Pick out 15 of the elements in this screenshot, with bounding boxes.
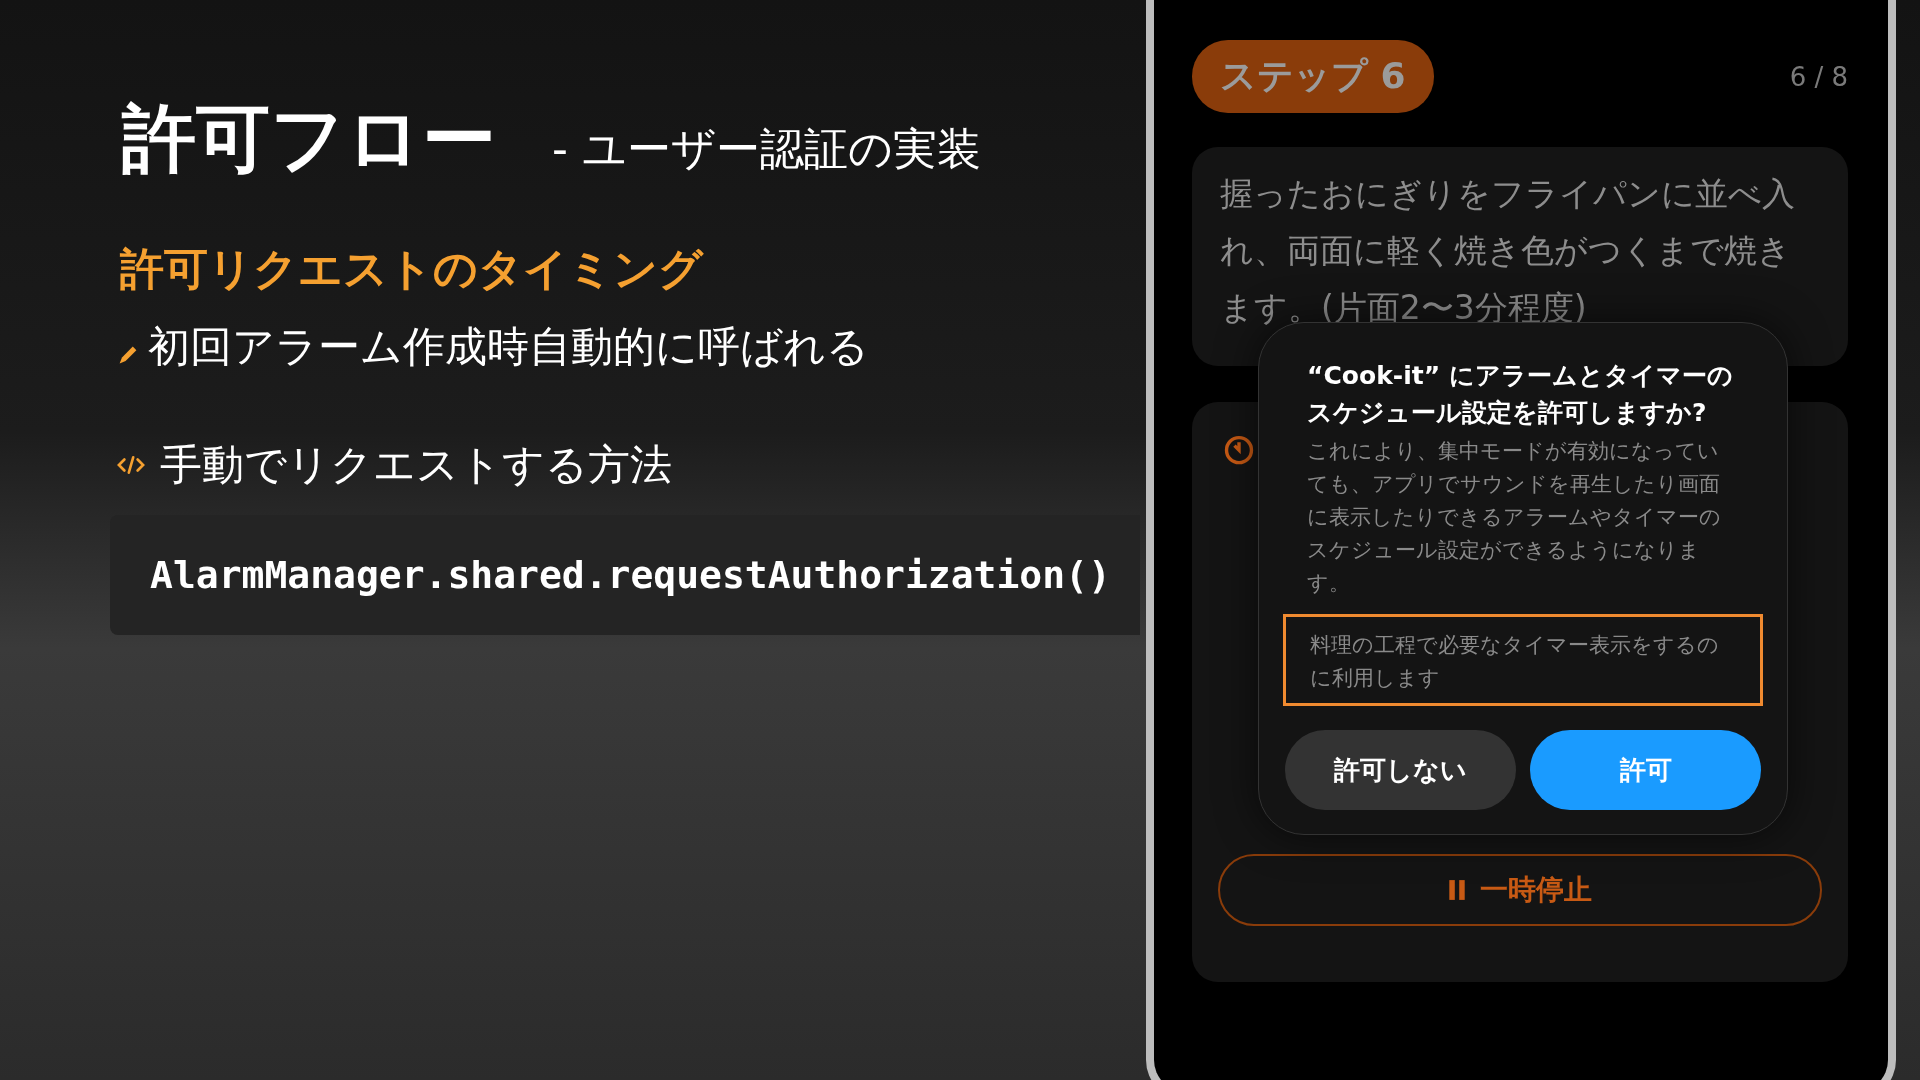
pause-icon: [1448, 879, 1466, 901]
code-icon: [116, 454, 146, 476]
slide-title: 許可フロー: [122, 94, 496, 183]
pause-button[interactable]: 一時停止: [1218, 854, 1822, 926]
dialog-message: これにより、集中モードが有効になっていても、アプリでサウンドを再生したり画面に表示したりできるアラームやタイマーのスケジュール設定ができるようになります。: [1306, 438, 1722, 597]
section-heading: 許可リクエストのタイミング: [119, 242, 705, 296]
step-counter: 6 / 8: [1789, 61, 1848, 92]
allow-button[interactable]: 許可: [1530, 730, 1761, 810]
code-block: AlarmManager.shared.requestAuthorization(): [110, 515, 1140, 635]
bullet-text: 初回アラーム作成時自動的に呼ばれる: [148, 321, 869, 373]
usage-note: 料理の工程で必要なタイマー表示をするのに利用します: [1283, 614, 1763, 706]
deny-button[interactable]: 許可しない: [1285, 730, 1516, 810]
slide-subtitle: - ユーザー認証の実装: [552, 122, 981, 176]
bullet-text: 手動でリクエストする方法: [160, 439, 672, 491]
step-badge: ステップ 6: [1192, 40, 1434, 113]
